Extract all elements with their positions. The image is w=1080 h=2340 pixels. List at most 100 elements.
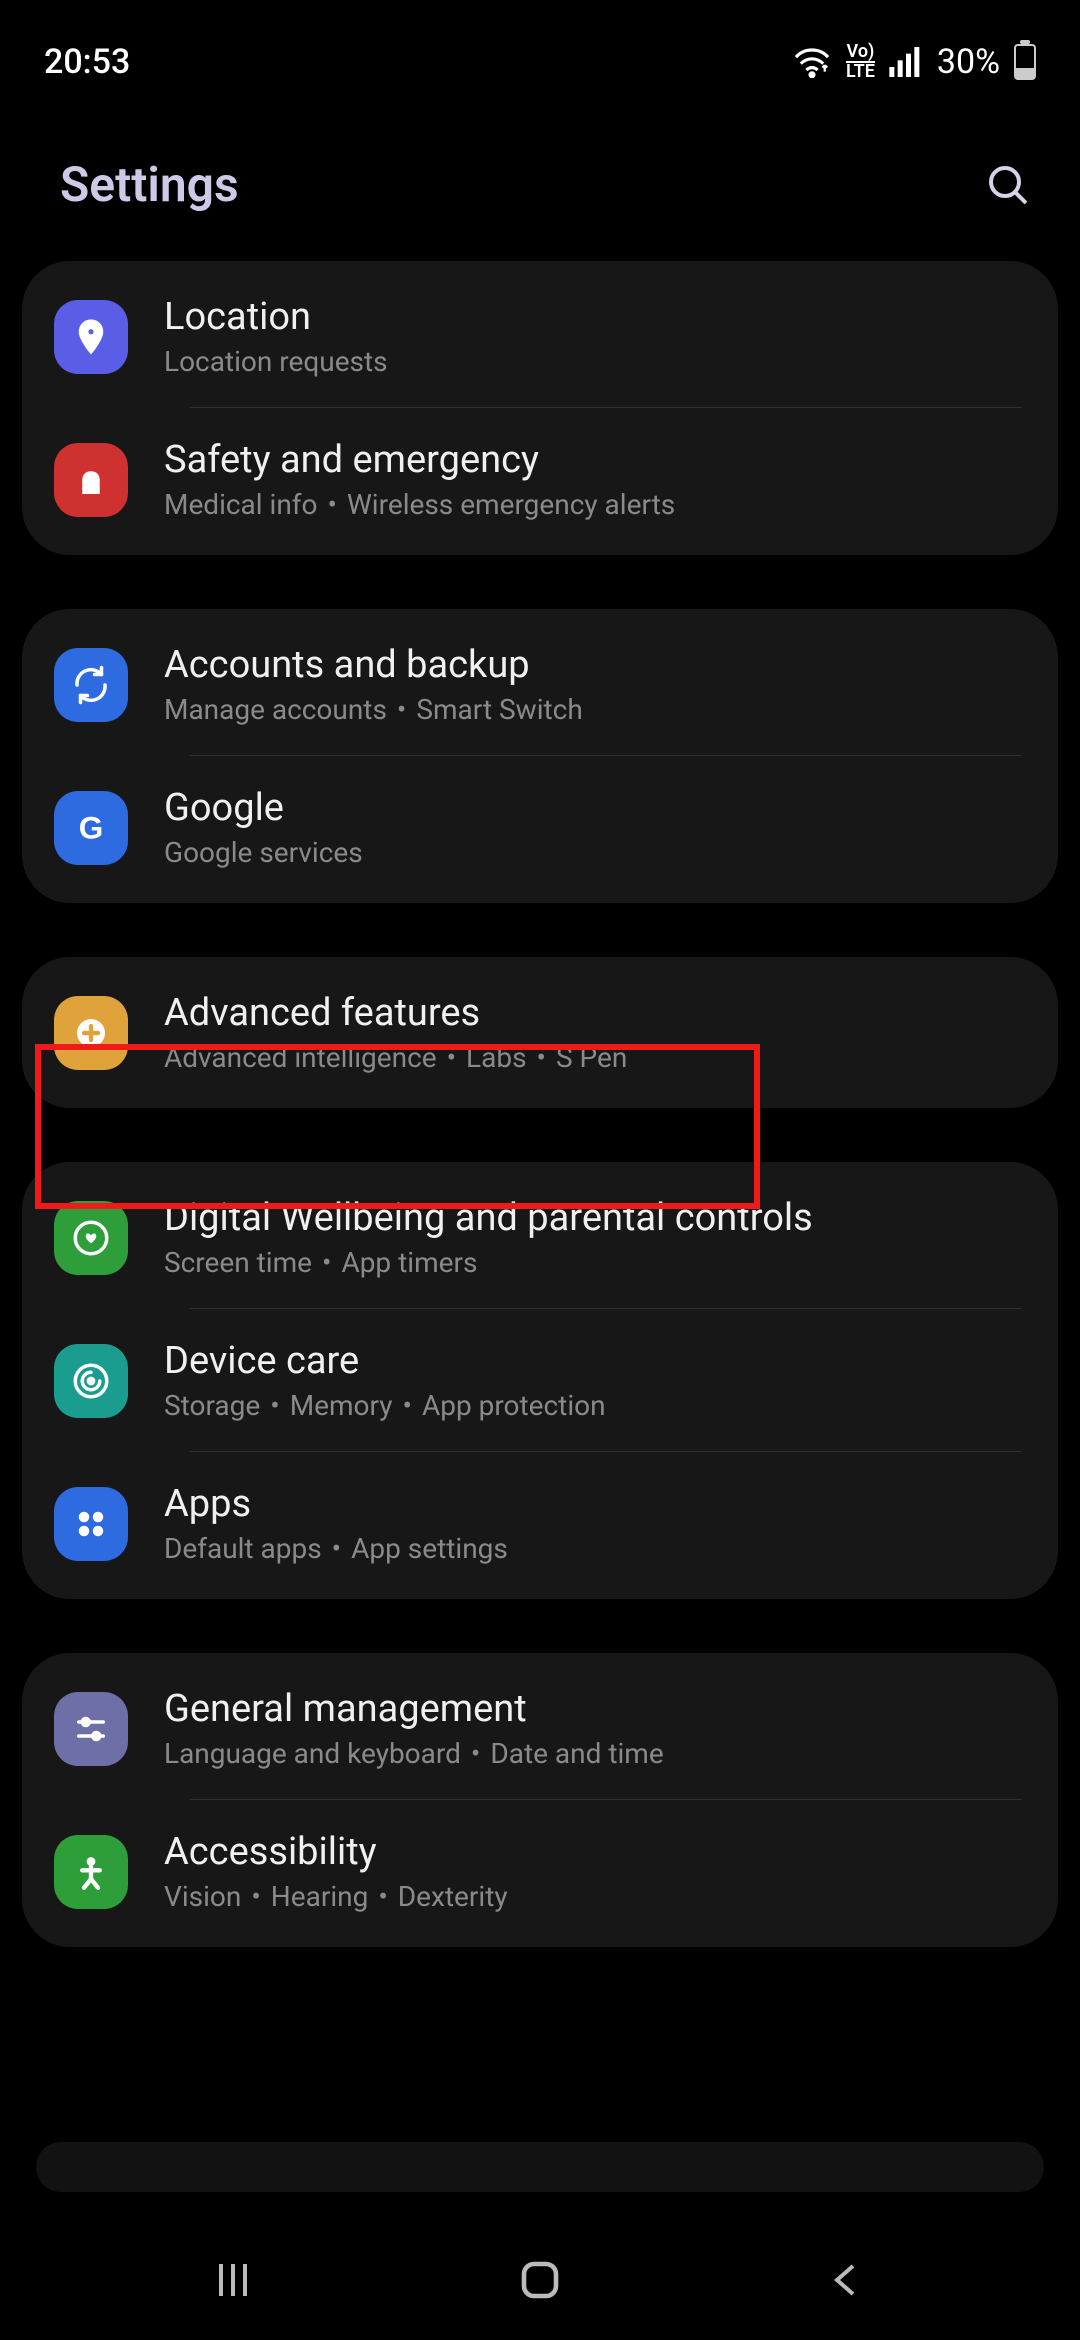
settings-group: General management Language and keyboard •… xyxy=(22,1653,1058,1947)
settings-item-title: Accessibility xyxy=(164,1830,508,1874)
settings-item-advanced[interactable]: Advanced features Advanced intelligence • L… xyxy=(22,961,1058,1104)
navigation-bar xyxy=(0,2220,1080,2340)
battery-icon xyxy=(1014,44,1036,80)
settings-item-location[interactable]: Location Location requests xyxy=(22,265,1058,408)
settings-item-subtitle: Manage accounts • Smart Switch xyxy=(164,693,583,726)
settings-item-sub: App timers xyxy=(341,1246,477,1279)
separator-dot: • xyxy=(378,1880,387,1913)
separator-dot: • xyxy=(328,488,337,521)
settings-item-text: Apps Default apps•App settings xyxy=(164,1482,508,1565)
settings-item-sub: Vision xyxy=(164,1880,241,1913)
settings-item-sub: Location requests xyxy=(164,345,388,378)
dots4-icon xyxy=(54,1487,128,1561)
settings-item-google[interactable]: G Google Google services xyxy=(22,756,1058,899)
status-icons: Vo) LTE 30% xyxy=(792,42,1036,82)
settings-item-text: Accounts and backup Manage accounts • Smart… xyxy=(164,643,583,726)
settings-item-title: Apps xyxy=(164,1482,508,1526)
wifi-icon xyxy=(792,46,832,78)
separator-dot: • xyxy=(471,1737,480,1770)
settings-item-subtitle: Default apps•App settings xyxy=(164,1532,508,1565)
pin-icon xyxy=(54,300,128,374)
settings-list: Location Location requests Safety and emer… xyxy=(0,261,1080,1947)
settings-item-title: Safety and emergency xyxy=(164,438,675,482)
settings-item-subtitle: Storage • Memory • App protection xyxy=(164,1389,606,1422)
separator-dot: • xyxy=(397,693,406,726)
settings-item-title: Google xyxy=(164,786,363,830)
settings-item-title: Digital Wellbeing and parental controls xyxy=(164,1196,813,1240)
settings-item-sub: Google services xyxy=(164,836,363,869)
recents-button[interactable] xyxy=(209,2256,257,2304)
settings-item-sub: App protection xyxy=(422,1389,606,1422)
separator-dot: • xyxy=(270,1389,279,1422)
settings-item-text: Safety and emergency Medical info • Wireles… xyxy=(164,438,675,521)
settings-item-sub: Date and time xyxy=(490,1737,663,1770)
settings-item-title: Accounts and backup xyxy=(164,643,583,687)
settings-item-subtitle: Medical info • Wireless emergency alerts xyxy=(164,488,675,521)
settings-item-subtitle: Google services xyxy=(164,836,363,869)
separator-dot: • xyxy=(447,1041,456,1074)
devicecare-icon xyxy=(54,1344,128,1418)
settings-item-sub: App settings xyxy=(351,1532,508,1565)
settings-item-text: Advanced features Advanced intelligence • L… xyxy=(164,991,627,1074)
settings-item-text: Device care Storage • Memory • App protection xyxy=(164,1339,606,1422)
separator-dot: • xyxy=(322,1246,331,1279)
back-button[interactable] xyxy=(823,2256,871,2304)
settings-item-wellbeing[interactable]: Digital Wellbeing and parental controls S… xyxy=(22,1166,1058,1309)
settings-item-title: Location xyxy=(164,295,388,339)
settings-item-subtitle: Language and keyboard • Date and time xyxy=(164,1737,664,1770)
home-icon xyxy=(516,2256,564,2304)
recents-icon xyxy=(209,2256,257,2304)
settings-item-sub: Language and keyboard xyxy=(164,1737,461,1770)
settings-item-sub: Manage accounts xyxy=(164,693,387,726)
settings-item-sub: Screen time xyxy=(164,1246,312,1279)
settings-item-accounts[interactable]: Accounts and backup Manage accounts • Smart… xyxy=(22,613,1058,756)
back-icon xyxy=(823,2256,871,2304)
settings-item-general[interactable]: General management Language and keyboard •… xyxy=(22,1657,1058,1800)
settings-group: Advanced features Advanced intelligence • L… xyxy=(22,957,1058,1108)
search-button[interactable] xyxy=(980,157,1036,213)
signal-icon xyxy=(889,47,923,77)
app-header: Settings xyxy=(0,96,1080,261)
scroll-hint xyxy=(36,2142,1044,2192)
sliders-icon xyxy=(54,1692,128,1766)
settings-item-sub: Storage xyxy=(164,1389,260,1422)
settings-group: Digital Wellbeing and parental controls S… xyxy=(22,1162,1058,1599)
settings-item-title: General management xyxy=(164,1687,664,1731)
status-bar: 20:53 Vo) LTE 30% xyxy=(0,0,1080,96)
google-icon: G xyxy=(54,791,128,865)
plus-gear-icon xyxy=(54,996,128,1070)
settings-item-sub: Memory xyxy=(290,1389,393,1422)
page-title: Settings xyxy=(60,156,239,213)
settings-item-safety[interactable]: Safety and emergency Medical info • Wireles… xyxy=(22,408,1058,551)
person-icon xyxy=(54,1835,128,1909)
settings-item-subtitle: Screen time • App timers xyxy=(164,1246,813,1279)
settings-item-sub: Wireless emergency alerts xyxy=(347,488,675,521)
settings-group: Location Location requests Safety and emer… xyxy=(22,261,1058,555)
search-icon xyxy=(984,161,1032,209)
settings-item-subtitle: Location requests xyxy=(164,345,388,378)
settings-item-apps[interactable]: Apps Default apps•App settings xyxy=(22,1452,1058,1595)
settings-item-accessibility[interactable]: AccessibilityVision•Hearing•Dexterity xyxy=(22,1800,1058,1943)
sync-icon xyxy=(54,648,128,722)
separator-dot: • xyxy=(251,1880,260,1913)
settings-item-sub: Default apps xyxy=(164,1532,322,1565)
settings-item-text: Digital Wellbeing and parental controls S… xyxy=(164,1196,813,1279)
settings-item-title: Advanced features xyxy=(164,991,627,1035)
settings-item-devicecare[interactable]: Device care Storage • Memory • App protection xyxy=(22,1309,1058,1452)
status-time: 20:53 xyxy=(44,42,130,82)
settings-item-sub: Advanced intelligence xyxy=(164,1041,437,1074)
settings-item-subtitle: Vision•Hearing•Dexterity xyxy=(164,1880,508,1913)
settings-item-sub: Smart Switch xyxy=(416,693,582,726)
home-button[interactable] xyxy=(516,2256,564,2304)
settings-item-sub: Labs xyxy=(466,1041,526,1074)
settings-item-text: General management Language and keyboard •… xyxy=(164,1687,664,1770)
separator-dot: • xyxy=(403,1389,412,1422)
settings-item-sub: Hearing xyxy=(271,1880,369,1913)
settings-item-text: Google Google services xyxy=(164,786,363,869)
settings-group: Accounts and backup Manage accounts • Smart… xyxy=(22,609,1058,903)
settings-item-text: AccessibilityVision•Hearing•Dexterity xyxy=(164,1830,508,1913)
volte-icon: Vo) LTE xyxy=(846,43,875,81)
settings-item-sub: Medical info xyxy=(164,488,318,521)
siren-icon xyxy=(54,443,128,517)
settings-item-title: Device care xyxy=(164,1339,606,1383)
